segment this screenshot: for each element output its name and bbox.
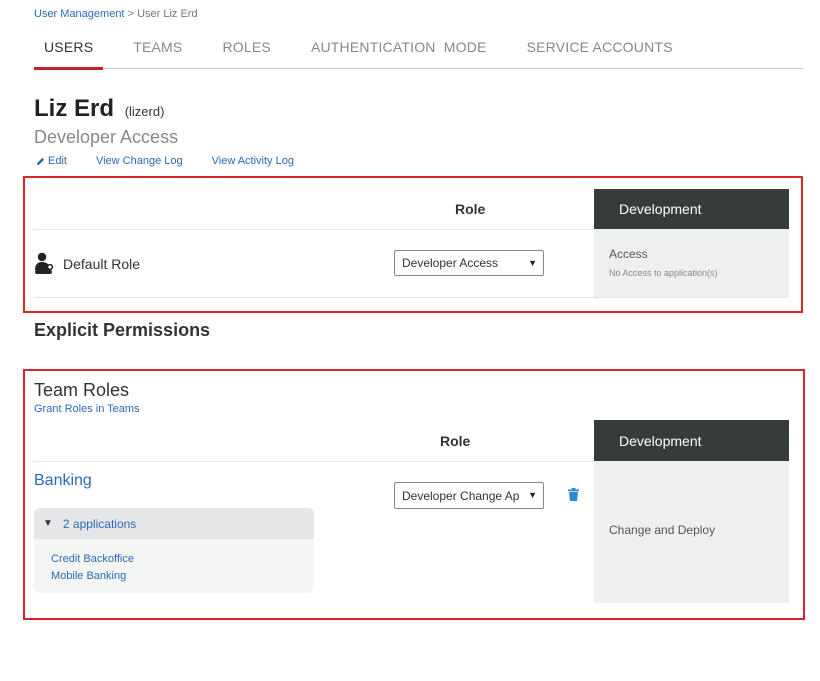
role-column-header: Role [455, 201, 486, 217]
default-role-select-value: Developer Access [402, 256, 499, 270]
user-actions: Edit View Change Log View Activity Log [36, 155, 323, 167]
applications-toggle[interactable]: ▼ 2 applications [34, 508, 314, 539]
env-header-development: Development [594, 189, 789, 229]
team-env-value: Change and Deploy [609, 523, 716, 537]
divider [34, 229, 594, 230]
caret-down-icon: ▼ [528, 258, 537, 268]
divider [34, 297, 789, 298]
application-link-mobile-banking[interactable]: Mobile Banking [51, 568, 314, 585]
team-roles-title: Team Roles [34, 380, 130, 400]
default-role-select[interactable]: Developer Access ▼ [394, 250, 544, 276]
trash-icon[interactable] [568, 488, 579, 501]
applications-count: 2 applications [62, 516, 137, 531]
section-title-explicit-permissions: Explicit Permissions [34, 320, 211, 340]
team-link-banking[interactable]: Banking [34, 472, 92, 490]
caret-down-icon: ▼ [528, 490, 537, 500]
pencil-icon [36, 157, 45, 165]
view-activity-log-link[interactable]: View Activity Log [212, 155, 294, 167]
applications-panel: ▼ 2 applications Credit Backoffice Mobil… [34, 508, 314, 593]
tab-authentication-mode[interactable]: AUTHENTICATION MODE [311, 28, 487, 69]
breadcrumb-current: User Liz Erd [137, 8, 198, 20]
team-role-select[interactable]: Developer Change Ap ▼ [394, 482, 544, 509]
triangle-down-icon: ▼ [43, 518, 53, 529]
default-role-label: Default Role [63, 256, 141, 272]
tab-service-accounts[interactable]: SERVICE ACCOUNTS [527, 28, 673, 69]
env-panel-development [594, 229, 789, 297]
tab-bar: USERS TEAMS ROLES AUTHENTICATION MODE SE… [34, 28, 803, 70]
access-title: Access [609, 247, 648, 261]
applications-list: Credit Backoffice Mobile Banking [34, 539, 314, 585]
breadcrumb-user-management-link[interactable]: User Management [34, 8, 125, 20]
view-change-log-link[interactable]: View Change Log [96, 155, 183, 167]
breadcrumb: User Management > User Liz Erd [34, 8, 198, 20]
application-link-credit-backoffice[interactable]: Credit Backoffice [51, 551, 314, 568]
page-title: Liz Erd (lizerd) [34, 95, 164, 123]
tab-users[interactable]: USERS [34, 28, 104, 70]
access-detail: No Access to application(s) [609, 268, 718, 278]
user-login: (lizerd) [124, 104, 165, 119]
tab-teams[interactable]: TEAMS [133, 28, 182, 69]
default-role-row: Default Role [34, 252, 140, 276]
edit-link[interactable]: Edit [36, 155, 67, 167]
edit-link-label: Edit [48, 155, 67, 167]
team-role-select-value: Developer Change Ap [402, 488, 520, 503]
tab-roles[interactable]: ROLES [222, 28, 270, 69]
user-key-icon [35, 252, 53, 274]
team-env-header-development: Development [594, 420, 789, 461]
divider [34, 461, 594, 462]
grant-roles-in-teams-link[interactable]: Grant Roles in Teams [34, 403, 140, 415]
team-role-column-header: Role [440, 433, 471, 449]
user-role: Developer Access [34, 127, 179, 147]
breadcrumb-separator: > [127, 8, 134, 20]
user-name: Liz Erd [34, 95, 115, 122]
